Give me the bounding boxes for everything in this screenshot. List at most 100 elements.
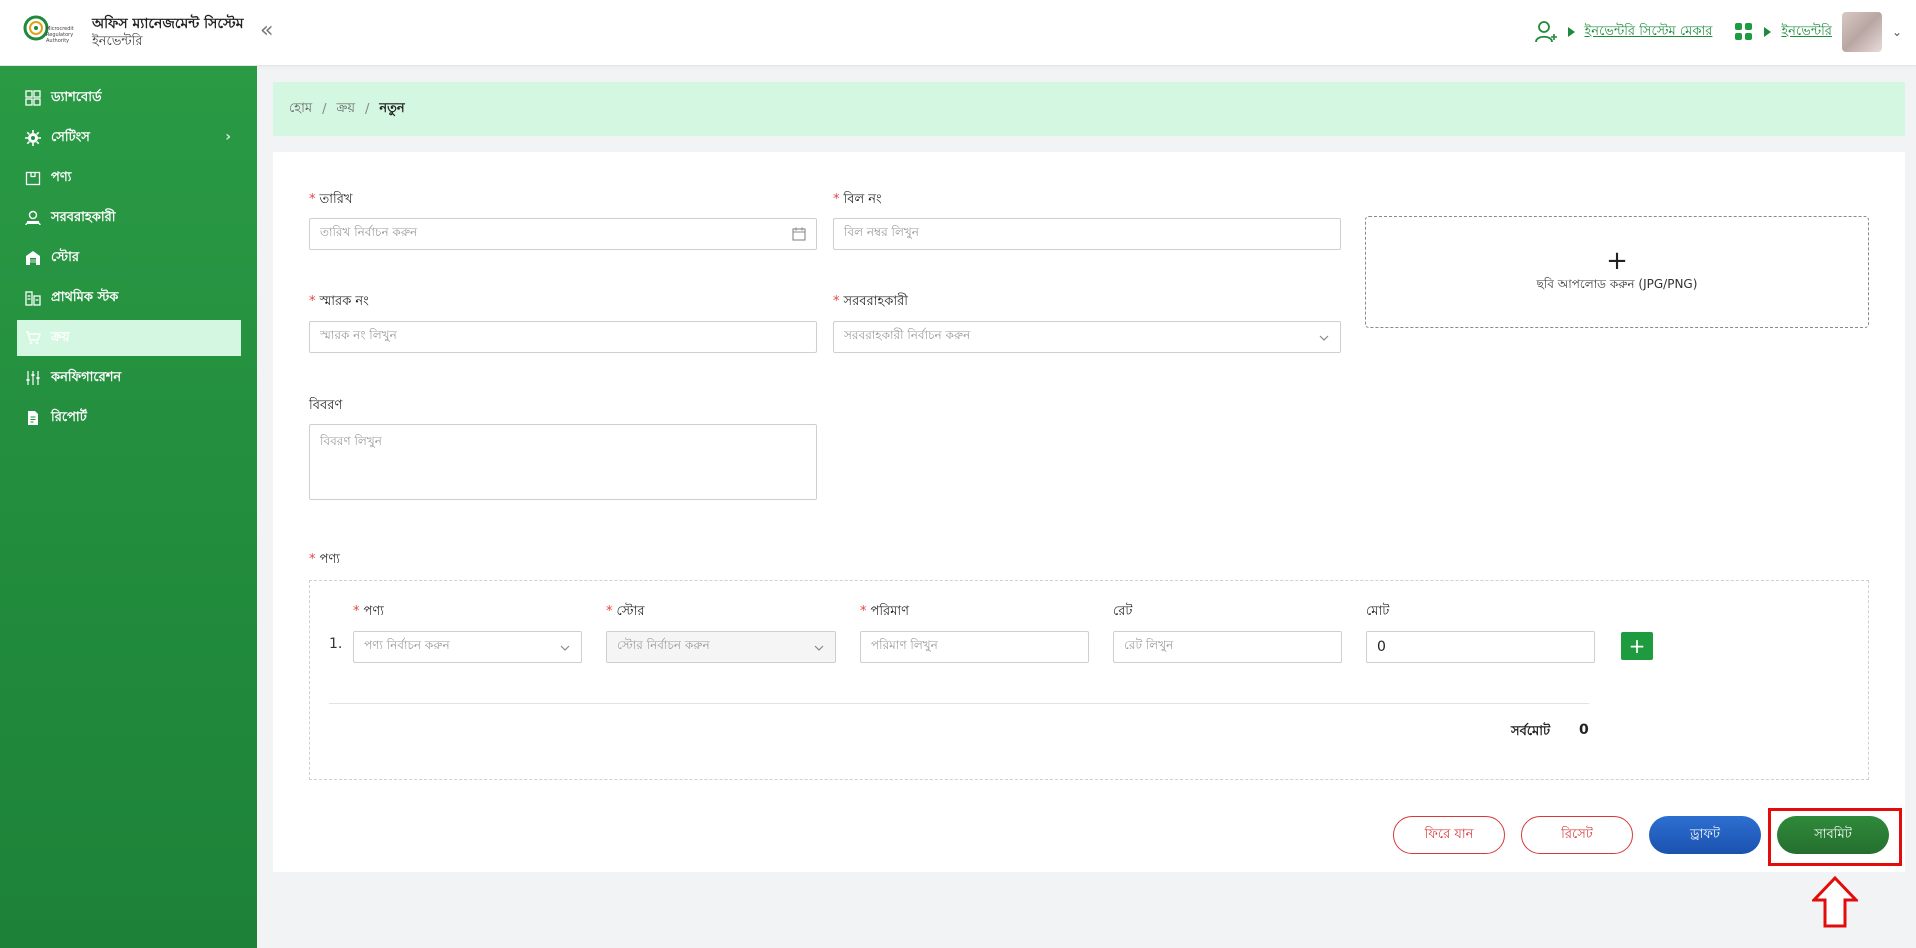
required-mark: *	[833, 294, 840, 309]
user-switch-icon[interactable]	[1534, 20, 1558, 44]
caret-right-icon	[1764, 27, 1772, 37]
sidebar-nav: ড্যাশবোর্ড সেটিংস › পণ্য সরবরাহকারী স্টো…	[17, 80, 241, 440]
chevron-down-icon	[560, 645, 570, 651]
rate-input[interactable]: রেট লিখুন	[1113, 631, 1342, 663]
upload-hint: ছবি আপলোড করুন (JPG/PNG)	[1536, 277, 1698, 291]
grand-total-label: সর্বমোট	[1511, 724, 1551, 739]
sidebar-item-initial-stock[interactable]: প্রাথমিক স্টক	[17, 280, 241, 316]
quantity-input[interactable]: পরিমাণ লিখুন	[860, 631, 1089, 663]
memo-placeholder: স্মারক নং লিখুন	[320, 328, 397, 342]
supplier-placeholder: সরবরাহকারী নির্বাচন করুন	[844, 328, 971, 342]
col-qty-text: পরিমাণ	[870, 604, 910, 619]
required-mark: *	[833, 192, 840, 207]
system-maker-link[interactable]: ইনভেন্টরি সিস্টেম মেকার	[1585, 22, 1713, 43]
products-label-text: পণ্য	[319, 552, 340, 567]
col-store-text: স্টোর	[616, 604, 645, 619]
breadcrumb-current: নতুন	[379, 100, 405, 116]
logo-caption: Microcredit Regulatory Authority	[46, 26, 74, 44]
col-rate-label: রেট	[1113, 604, 1133, 619]
sidebar-item-label: পণ্য	[51, 169, 72, 185]
store-icon	[25, 250, 41, 266]
col-total-label: মোট	[1366, 604, 1390, 619]
breadcrumb-home[interactable]: হোম	[289, 99, 312, 120]
sidebar-item-products[interactable]: পণ্য	[17, 160, 241, 196]
product-select[interactable]: পণ্য নির্বাচন করুন	[353, 631, 582, 663]
description-textarea[interactable]: বিবরণ লিখুন	[309, 424, 817, 500]
supplier-label-text: সরবরাহকারী	[843, 294, 908, 309]
required-mark: *	[309, 192, 316, 207]
memo-input[interactable]: স্মারক নং লিখুন	[309, 321, 817, 353]
col-product-label: * পণ্য	[353, 602, 384, 623]
header-right: ইনভেন্টরি সিস্টেম মেকার ইনভেন্টরি ⌄	[1534, 12, 1902, 52]
chevron-down-icon	[814, 645, 824, 651]
gear-icon	[25, 130, 41, 146]
plus-icon: +	[1628, 634, 1646, 658]
col-qty-label: * পরিমাণ	[860, 602, 909, 623]
chevron-down-icon	[1319, 335, 1329, 341]
chevron-down-icon[interactable]: ⌄	[1892, 25, 1902, 39]
row-total-input[interactable]: 0	[1366, 631, 1595, 663]
col-store-label: * স্টোর	[606, 602, 645, 623]
plus-icon: +	[1606, 246, 1628, 276]
sidebar-item-report[interactable]: রিপোর্ট	[17, 400, 241, 436]
sidebar-item-label: ক্রয়	[51, 329, 70, 345]
sidebar-item-configuration[interactable]: কনফিগারেশন	[17, 360, 241, 396]
sidebar-item-dashboard[interactable]: ড্যাশবোর্ড	[17, 80, 241, 116]
inventory-link[interactable]: ইনভেন্টরি	[1781, 22, 1832, 43]
report-icon	[25, 410, 41, 426]
image-upload-area[interactable]: + ছবি আপলোড করুন (JPG/PNG)	[1365, 216, 1869, 328]
products-divider	[329, 703, 1589, 704]
add-row-button[interactable]: +	[1621, 632, 1653, 660]
sidebar-item-label: সেটিংস	[51, 129, 90, 145]
up-arrow-icon	[1812, 876, 1858, 928]
products-section-label: * পণ্য	[309, 550, 340, 571]
breadcrumb-separator: /	[322, 101, 327, 117]
app-subtitle: ইনভেন্টরি	[92, 34, 143, 49]
dashboard-icon	[25, 90, 41, 106]
highlight-box	[1768, 808, 1902, 866]
sidebar-item-purchase[interactable]: ক্রয়	[17, 320, 241, 356]
products-box	[309, 580, 1869, 780]
product-placeholder: পণ্য নির্বাচন করুন	[364, 638, 450, 652]
supplier-select[interactable]: সরবরাহকারী নির্বাচন করুন	[833, 321, 1341, 353]
user-avatar[interactable]	[1841, 12, 1882, 52]
date-label-text: তারিখ	[319, 192, 353, 207]
back-button[interactable]: ফিরে যান	[1393, 816, 1505, 854]
chevron-right-icon: ›	[225, 129, 231, 145]
apps-grid-icon[interactable]	[1734, 22, 1754, 42]
bill-placeholder: বিল নম্বর লিখুন	[844, 225, 919, 239]
sidebar-collapse-button[interactable]: «	[260, 20, 273, 42]
purchase-form-card: * তারিখ তারিখ নির্বাচন করুন * বিল নং বিল ন…	[273, 152, 1905, 872]
sliders-icon	[25, 370, 41, 386]
store-placeholder: স্টোর নির্বাচন করুন	[617, 638, 710, 652]
bill-label-text: বিল নং	[843, 192, 882, 207]
sidebar: ড্যাশবোর্ড সেটিংস › পণ্য সরবরাহকারী স্টো…	[0, 66, 257, 948]
store-select[interactable]: স্টোর নির্বাচন করুন	[606, 631, 836, 663]
supplier-label: * সরবরাহকারী	[833, 292, 908, 313]
sidebar-item-settings[interactable]: সেটিংস ›	[17, 120, 241, 156]
breadcrumb-purchase[interactable]: ক্রয়	[336, 99, 355, 120]
reset-button[interactable]: রিসেট	[1521, 816, 1633, 854]
sidebar-item-label: সরবরাহকারী	[51, 209, 116, 225]
required-mark: *	[353, 604, 360, 619]
date-picker[interactable]: তারিখ নির্বাচন করুন	[309, 218, 817, 250]
draft-button[interactable]: ড্রাফট	[1649, 816, 1761, 854]
required-mark: *	[309, 552, 316, 567]
sidebar-item-supplier[interactable]: সরবরাহকারী	[17, 200, 241, 236]
sidebar-item-label: প্রাথমিক স্টক	[51, 289, 119, 305]
row-number: 1.	[329, 636, 343, 652]
row-total-value: 0	[1377, 639, 1386, 655]
cart-icon	[25, 330, 41, 346]
stock-icon	[25, 290, 41, 306]
col-product-text: পণ্য	[363, 604, 384, 619]
sidebar-item-store[interactable]: স্টোর	[17, 240, 241, 276]
box-icon	[25, 170, 41, 186]
description-label: বিবরণ	[309, 398, 343, 413]
breadcrumb-separator: /	[365, 101, 370, 117]
bill-label: * বিল নং	[833, 190, 882, 211]
required-mark: *	[606, 604, 613, 619]
sidebar-item-label: রিপোর্ট	[51, 409, 87, 425]
sidebar-item-label: ড্যাশবোর্ড	[51, 89, 102, 105]
bill-input[interactable]: বিল নম্বর লিখুন	[833, 218, 1341, 250]
date-placeholder: তারিখ নির্বাচন করুন	[320, 225, 418, 239]
